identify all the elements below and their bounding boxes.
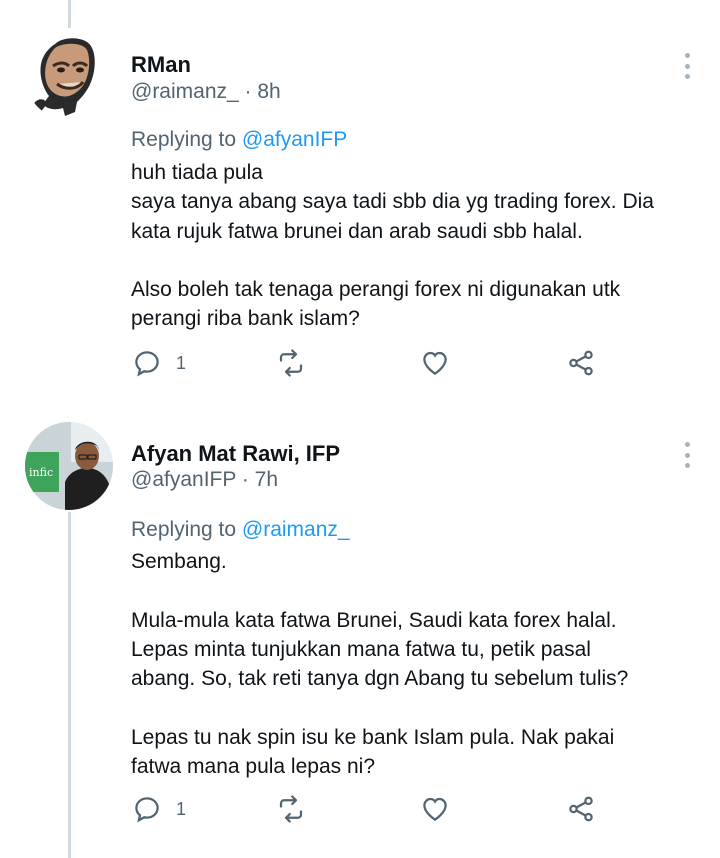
share-icon	[569, 350, 593, 376]
tweet-2[interactable]: infic Afyan Mat Rawi, IFP @afyanIFP · 7h…	[0, 400, 720, 858]
reply-button[interactable]: 1	[132, 347, 186, 379]
text-line: Also boleh tak tenaga perangi forex ni d…	[131, 278, 621, 302]
text-line: fatwa mana pula lepas ni?	[131, 755, 375, 779]
text-line: abang. So, tak reti tanya dgn Abang tu s…	[131, 667, 629, 691]
retweet-button[interactable]	[276, 347, 306, 379]
more-icon	[684, 442, 690, 447]
handle-and-time[interactable]: @raimanz_ · 8h	[131, 80, 281, 104]
display-name[interactable]: Afyan Mat Rawi, IFP	[131, 441, 340, 467]
reply-button[interactable]: 1	[132, 793, 186, 825]
like-button[interactable]	[420, 793, 450, 825]
reply-count: 1	[176, 352, 187, 373]
text-line: Mula-mula kata fatwa Brunei, Saudi kata …	[131, 608, 617, 632]
more-icon	[684, 53, 690, 58]
text-line: kata rujuk fatwa brunei dan arab saudi s…	[131, 219, 583, 243]
timestamp[interactable]: · 8h	[245, 80, 281, 103]
heart-icon	[423, 797, 447, 821]
reply-count: 1	[176, 798, 187, 819]
share-button[interactable]	[566, 793, 596, 825]
share-button[interactable]	[566, 347, 596, 379]
tweet-1[interactable]: RMan @raimanz_ · 8h Replying to @afyanIF…	[0, 0, 720, 400]
retweet-button[interactable]	[276, 793, 306, 825]
avatar[interactable]	[25, 32, 113, 120]
action-bar: 1	[0, 793, 720, 825]
replying-mention-link[interactable]: @raimanz_	[242, 518, 350, 541]
reply-icon	[135, 797, 159, 823]
share-icon	[569, 796, 593, 822]
avatar-meme-face-icon	[34, 38, 95, 116]
text-line: Sembang.	[131, 550, 227, 573]
replying-mention-link[interactable]: @afyanIFP	[242, 128, 347, 151]
handle[interactable]: @afyanIFP	[131, 468, 236, 491]
replying-to: Replying to @raimanz_	[131, 518, 350, 542]
retweet-icon	[279, 349, 303, 377]
more-options-button[interactable]	[684, 53, 690, 79]
text-line: Lepas minta tunjukkan mana fatwa tu, pet…	[131, 637, 591, 661]
like-button[interactable]	[420, 347, 450, 379]
tweet-text: huh tiada pula saya tanya abang saya tad…	[131, 158, 701, 334]
tweet-text: Sembang. Mula-mula kata fatwa Brunei, Sa…	[131, 547, 701, 781]
heart-icon	[423, 351, 447, 375]
text-line: huh tiada pula	[131, 161, 263, 184]
replying-label: Replying to	[131, 518, 242, 541]
handle[interactable]: @raimanz_	[131, 80, 239, 103]
avatar-badge-text: infic	[29, 466, 54, 479]
action-bar: 1	[0, 347, 720, 379]
text-line: Lepas tu nak spin isu ke bank Islam pula…	[131, 725, 615, 749]
replying-label: Replying to	[131, 128, 242, 151]
text-line: perangi riba bank islam?	[131, 307, 360, 331]
timestamp[interactable]: · 7h	[242, 468, 278, 491]
handle-and-time[interactable]: @afyanIFP · 7h	[131, 468, 278, 492]
more-options-button[interactable]	[684, 442, 690, 468]
retweet-icon	[279, 795, 303, 823]
replying-to: Replying to @afyanIFP	[131, 128, 347, 152]
text-line: saya tanya abang saya tadi sbb dia yg tr…	[131, 190, 654, 214]
display-name[interactable]: RMan	[131, 52, 191, 78]
avatar[interactable]: infic	[25, 422, 113, 510]
reply-icon	[135, 351, 159, 377]
